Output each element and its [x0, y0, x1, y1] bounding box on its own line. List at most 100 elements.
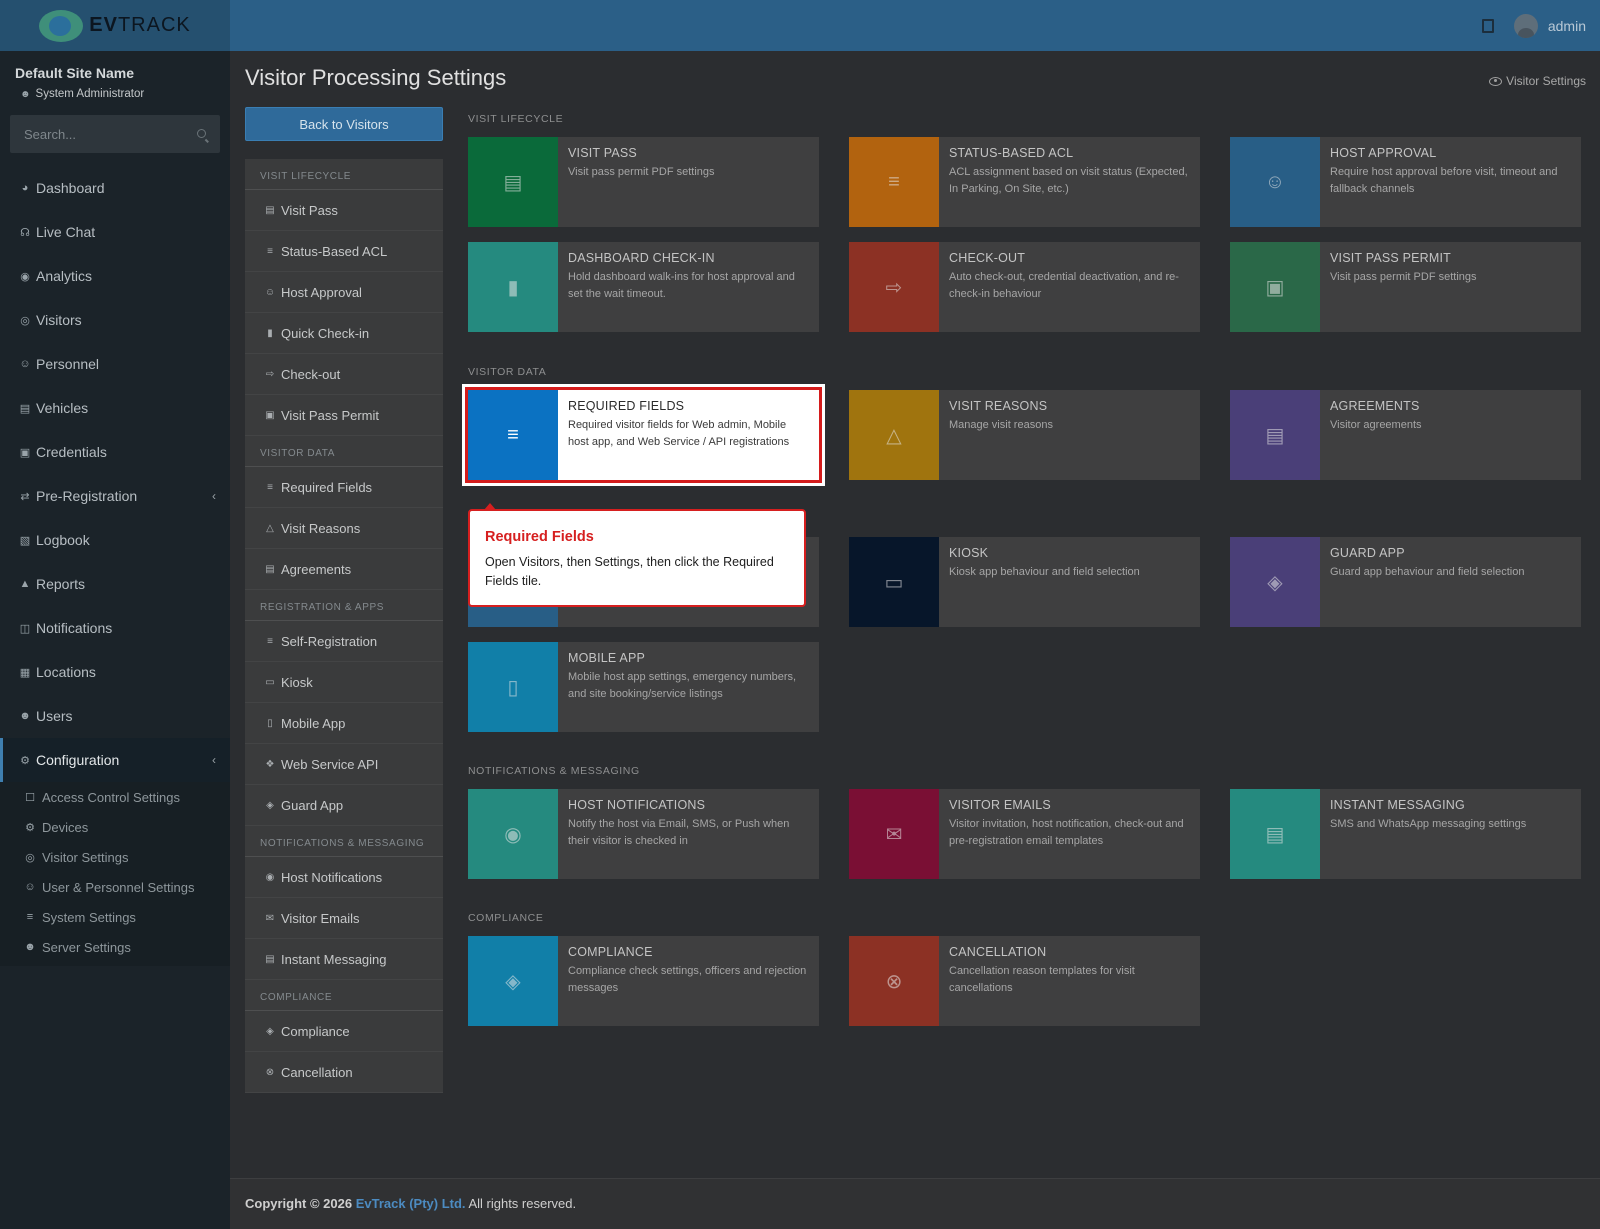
mobile-icon: ▯	[267, 717, 273, 729]
menu-item-visit-pass[interactable]: ▤ Visit Pass	[245, 190, 443, 231]
notifications-icon: ◫	[19, 622, 31, 635]
credentials-icon: ▣	[19, 446, 31, 459]
mobile-icon: ▯	[468, 642, 558, 732]
tile-visit-reasons[interactable]: △ VISIT REASONS Manage visit reasons	[849, 390, 1200, 480]
door-icon[interactable]	[1481, 18, 1494, 33]
menu-item-instant-messaging[interactable]: ▤ Instant Messaging	[245, 939, 443, 980]
tile-cancellation[interactable]: ⊗ CANCELLATION Cancellation reason templa…	[849, 936, 1200, 1026]
monitor-icon: ▭	[849, 537, 939, 627]
sidebar-item-users[interactable]: ☻ Users	[0, 694, 230, 738]
sidebar-item-visitors[interactable]: ◎ Visitors	[0, 298, 230, 342]
door-icon: ▮	[468, 242, 558, 332]
username: admin	[1547, 17, 1586, 34]
tile-guard-app[interactable]: ◈ GUARD APP Guard app behaviour and field…	[1230, 537, 1581, 627]
menu-item-agreements[interactable]: ▤ Agreements	[245, 549, 443, 590]
vehicle-icon: ▤	[19, 402, 31, 415]
message-icon: ▤	[1230, 789, 1320, 879]
menu-item-self-registration[interactable]: ≡ Self-Registration	[245, 621, 443, 662]
dashboard-icon: ◕	[21, 182, 29, 194]
sidebar-item-access-control-settings[interactable]: ☐ Access Control Settings	[0, 782, 230, 812]
eye-icon: ◎	[25, 851, 35, 864]
menu-item-host-approval[interactable]: ☺ Host Approval	[245, 272, 443, 313]
menu-item-required-fields[interactable]: ≡ Required Fields	[245, 467, 443, 508]
eye-icon: ◎	[20, 314, 30, 327]
cancel-circle-icon: ⊗	[849, 936, 939, 1026]
menu-item-visitor-emails[interactable]: ✉ Visitor Emails	[245, 898, 443, 939]
sidebar-item-notifications[interactable]: ◫ Notifications	[0, 606, 230, 650]
menu-item-mobile-app[interactable]: ▯ Mobile App	[245, 703, 443, 744]
tile-status-based-acl[interactable]: ≡ STATUS-BASED ACL ACL assignment based o…	[849, 137, 1200, 227]
menu-item-guard-app[interactable]: ◈ Guard App	[245, 785, 443, 826]
checklist-icon: ≡	[267, 481, 273, 493]
tile-required-fields[interactable]: ≡ REQUIRED FIELDS Required visitor fields…	[468, 390, 819, 480]
chevron-left-icon: ‹	[212, 489, 216, 503]
sidebar-item-analytics[interactable]: ◉ Analytics	[0, 254, 230, 298]
company-link[interactable]: EvTrack (Pty) Ltd.	[356, 1196, 466, 1211]
section-label: COMPLIANCE	[468, 912, 544, 924]
sidebar-item-logbook[interactable]: ▧ Logbook	[0, 518, 230, 562]
menu-heading: COMPLIANCE	[245, 980, 443, 1011]
sidebar-item-devices[interactable]: ⚙ Devices	[0, 812, 230, 842]
sidebar-item-credentials[interactable]: ▣ Credentials	[0, 430, 230, 474]
configuration-submenu: ☐ Access Control Settings ⚙ Devices ◎ Visit…	[0, 782, 230, 966]
shield-search-icon: ◈	[468, 936, 558, 1026]
sidebar-item-pre-registration[interactable]: ⇄ Pre-Registration ‹	[0, 474, 230, 518]
tile-mobile-app[interactable]: ▯ MOBILE APP Mobile host app settings, em…	[468, 642, 819, 732]
user-icon: ☻	[20, 88, 31, 100]
menu-heading: REGISTRATION & APPS	[245, 590, 443, 621]
menu-item-check-out[interactable]: ⇨ Check-out	[245, 354, 443, 395]
sidebar-item-configuration[interactable]: ⚙ Configuration ‹	[0, 738, 230, 782]
menu-item-compliance[interactable]: ◈ Compliance	[245, 1011, 443, 1052]
sidebar-item-personnel[interactable]: ☺ Personnel	[0, 342, 230, 386]
breadcrumb[interactable]: Visitor Settings	[1489, 74, 1586, 88]
chevron-left-icon: ‹	[212, 753, 216, 767]
analytics-icon: ◉	[20, 270, 30, 283]
search-input[interactable]	[10, 115, 190, 153]
back-to-visitors-button[interactable]: Back to Visitors	[245, 107, 443, 141]
tile-compliance[interactable]: ◈ COMPLIANCE Compliance check settings, o…	[468, 936, 819, 1026]
tile-dashboard-check-in[interactable]: ▮ DASHBOARD CHECK-IN Hold dashboard walk-…	[468, 242, 819, 332]
shield-icon: ◈	[266, 799, 274, 811]
tile-kiosk[interactable]: ▭ KIOSK Kiosk app behaviour and field sel…	[849, 537, 1200, 627]
search-icon[interactable]	[197, 129, 206, 138]
menu-item-web-service-api[interactable]: ❖ Web Service API	[245, 744, 443, 785]
tile-host-notifications[interactable]: ◉ HOST NOTIFICATIONS Notify the host via …	[468, 789, 819, 879]
evtrack-logo-icon	[39, 9, 84, 42]
sidebar-item-live-chat[interactable]: ☊ Live Chat	[0, 210, 230, 254]
tile-agreements[interactable]: ▤ AGREEMENTS Visitor agreements	[1230, 390, 1581, 480]
sidebar-item-server-settings[interactable]: ☻ Server Settings	[0, 932, 230, 962]
sidebar-item-locations[interactable]: ▦ Locations	[0, 650, 230, 694]
tile-instant-messaging[interactable]: ▤ INSTANT MESSAGING SMS and WhatsApp mess…	[1230, 789, 1581, 879]
sidebar-item-visitor-settings[interactable]: ◎ Visitor Settings	[0, 842, 230, 872]
site-name: Default Site Name	[15, 65, 135, 81]
tile-visit-pass[interactable]: ▤ VISIT PASS Visit pass permit PDF settin…	[468, 137, 819, 227]
list-check-icon: ≡	[267, 245, 273, 257]
sidebar-item-user-personnel-settings[interactable]: ☺ User & Personnel Settings	[0, 872, 230, 902]
menu-item-quick-check-in[interactable]: ▮ Quick Check-in	[245, 313, 443, 354]
tile-check-out[interactable]: ⇨ CHECK-OUT Auto check-out, credential de…	[849, 242, 1200, 332]
sidebar-item-vehicles[interactable]: ▤ Vehicles	[0, 386, 230, 430]
headset-icon: ☊	[20, 226, 30, 239]
menu-heading: VISIT LIFECYCLE	[245, 159, 443, 190]
tile-visit-pass-permit[interactable]: ▣ VISIT PASS PERMIT Visit pass permit PDF…	[1230, 242, 1581, 332]
cancel-circle-icon: ⊗	[265, 1066, 275, 1078]
tile-host-approval[interactable]: ☺ HOST APPROVAL Require host approval bef…	[1230, 137, 1581, 227]
menu-item-host-notifications[interactable]: ◉ Host Notifications	[245, 857, 443, 898]
tile-visitor-emails[interactable]: ✉ VISITOR EMAILS Visitor invitation, host…	[849, 789, 1200, 879]
guide-tooltip: Required Fields Open Visitors, then Sett…	[468, 503, 806, 607]
sliders-icon: ≡	[26, 911, 34, 923]
user-menu[interactable]: admin	[1513, 13, 1586, 38]
sidebar-item-reports[interactable]: ▲ Reports	[0, 562, 230, 606]
menu-item-visit-pass-permit[interactable]: ▣ Visit Pass Permit	[245, 395, 443, 436]
menu-item-status-based-acl[interactable]: ≡ Status-Based ACL	[245, 231, 443, 272]
sidebar-item-system-settings[interactable]: ≡ System Settings	[0, 902, 230, 932]
personnel-icon: ☺	[19, 358, 31, 370]
users-icon: ☻	[19, 710, 31, 722]
menu-item-visit-reasons[interactable]: △ Visit Reasons	[245, 508, 443, 549]
menu-item-cancellation[interactable]: ⊗ Cancellation	[245, 1052, 443, 1093]
locations-icon: ▦	[19, 666, 31, 679]
sidebar-item-dashboard[interactable]: ◕ Dashboard	[0, 166, 230, 210]
brand-logo[interactable]: EVTRACK	[0, 0, 230, 51]
copyright: Copyright © 2026 EvTrack (Pty) Ltd. All …	[245, 1196, 577, 1211]
menu-item-kiosk[interactable]: ▭ Kiosk	[245, 662, 443, 703]
